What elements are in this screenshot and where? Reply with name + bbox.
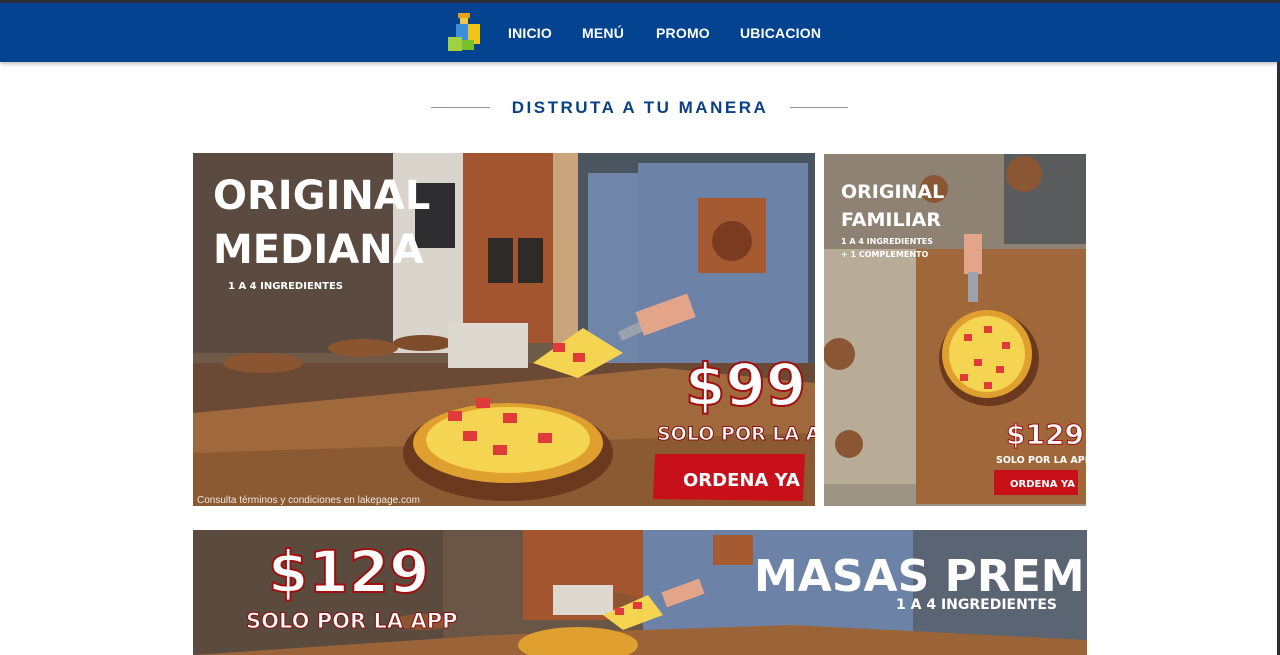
promo-image-premium: $129 SOLO POR LA APP MASAS PREMIUM 1 A 4… — [193, 530, 1087, 655]
title-divider-right — [790, 107, 848, 108]
promo-card-original-mediana[interactable]: Consulta términos y condiciones en lakep… — [193, 153, 815, 506]
promo-price: $129 — [268, 538, 429, 606]
promo-subtitle: 1 A 4 INGREDIENTES — [896, 597, 1057, 613]
promo-title-line2: FAMILIAR — [841, 209, 941, 231]
legal-text: Consulta términos y condiciones en lakep… — [197, 495, 420, 506]
promo-subtitle-line2: + 1 COMPLEMENTO — [841, 250, 928, 259]
top-navbar: INICIO MENÚ PROMO UBICACION — [0, 3, 1280, 62]
promo-price: $129 — [1006, 418, 1084, 451]
promo-image-familiar: ORIGINAL FAMILIAR 1 A 4 INGREDIENTES + 1… — [824, 154, 1086, 506]
order-now-button[interactable]: ORDENA YA — [994, 470, 1078, 495]
section-title: DISTRUTA A TU MANERA — [511, 98, 769, 117]
nav-link-ubicacion[interactable]: UBICACION — [740, 25, 821, 41]
promo-title-line1: ORIGINAL — [213, 173, 430, 219]
promo-title-line2: MEDIANA — [213, 227, 424, 273]
order-now-label: ORDENA YA — [1010, 479, 1075, 490]
promo-image-mediana: Consulta términos y condiciones en lakep… — [193, 153, 815, 506]
nav-link-promo[interactable]: PROMO — [656, 25, 710, 41]
nav-link-menu[interactable]: MENÚ — [582, 25, 624, 41]
promo-title-line1: ORIGINAL — [841, 181, 944, 203]
logo-blocks-icon[interactable] — [444, 11, 484, 55]
promo-card-masas-premium[interactable]: $129 SOLO POR LA APP MASAS PREMIUM 1 A 4… — [193, 530, 1087, 655]
promo-price-note: SOLO POR LA APP — [657, 423, 815, 445]
promo-price-note: SOLO POR LA APP — [996, 455, 1086, 466]
promo-price-note: SOLO POR LA APP — [246, 609, 457, 633]
promo-card-original-familiar[interactable]: ORIGINAL FAMILIAR 1 A 4 INGREDIENTES + 1… — [824, 154, 1086, 506]
promo-subtitle: 1 A 4 INGREDIENTES — [228, 281, 343, 292]
order-now-label: ORDENA YA — [683, 470, 800, 491]
nav-link-inicio[interactable]: INICIO — [508, 25, 552, 41]
promo-subtitle-line1: 1 A 4 INGREDIENTES — [841, 237, 933, 246]
order-now-button[interactable]: ORDENA YA — [653, 454, 805, 501]
promo-price: $99 — [685, 351, 806, 419]
promo-title: MASAS PREMIUM — [754, 551, 1087, 602]
